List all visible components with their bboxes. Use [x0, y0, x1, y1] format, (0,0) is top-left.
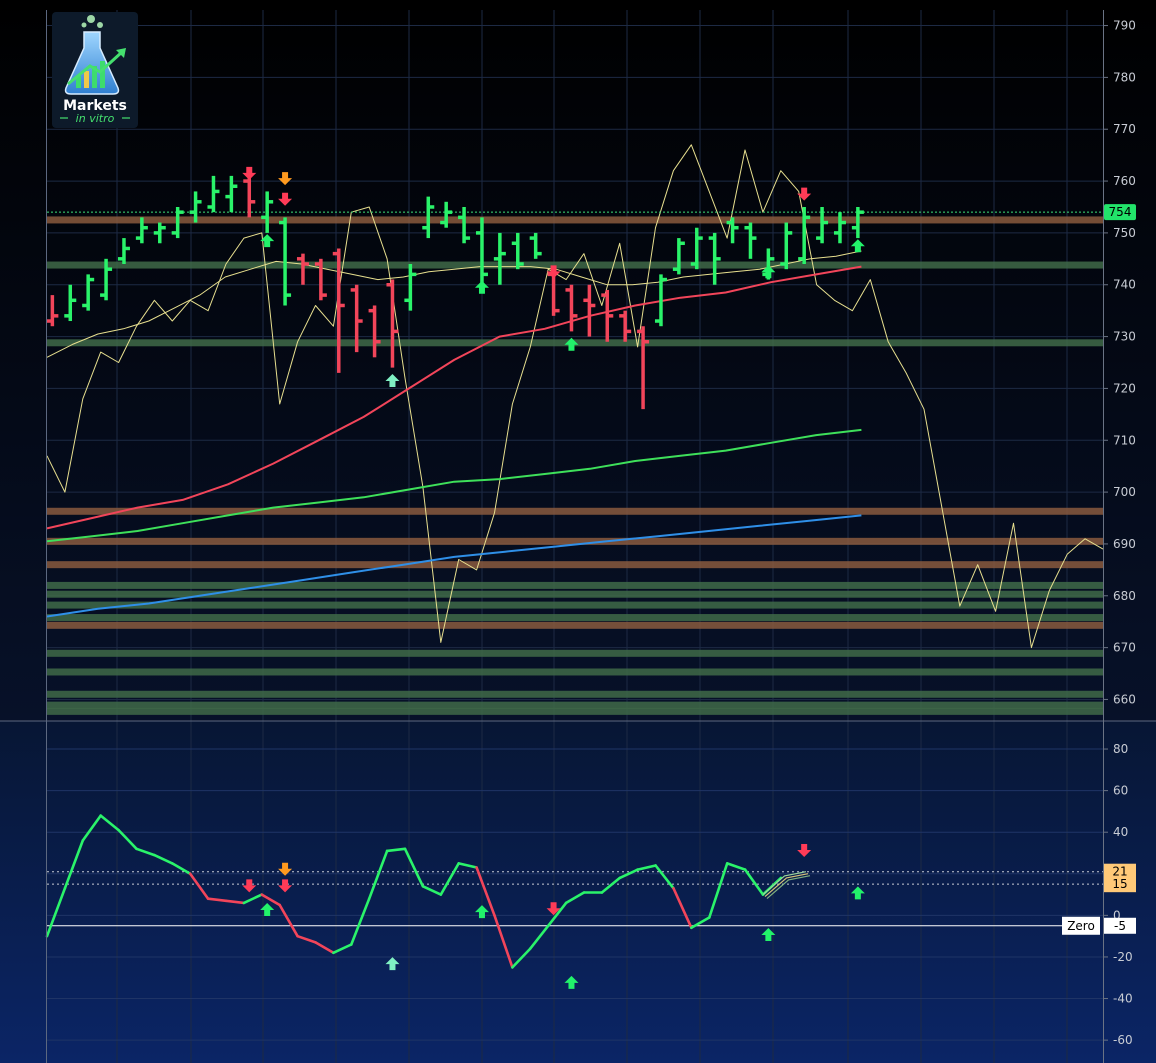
bubble-icon: [81, 22, 87, 28]
oscillator-panel-background: [0, 721, 1156, 1063]
price-level-band: [47, 216, 1103, 224]
price-level-band: [47, 581, 1103, 589]
last-price-value: 754: [1109, 205, 1132, 219]
price-tick-label: 750: [1113, 226, 1136, 240]
zero-value: -5: [1114, 919, 1126, 933]
price-tick-label: 670: [1113, 641, 1136, 655]
price-level-band: [47, 621, 1103, 629]
price-level-band: [47, 707, 1103, 715]
last-price-badge: 754: [1104, 204, 1136, 221]
oscillator-tick-label: 60: [1113, 784, 1128, 798]
price-tick-label: 780: [1113, 70, 1136, 84]
oscillator-tick-label: 80: [1113, 742, 1128, 756]
price-tick-label: 720: [1113, 381, 1136, 395]
price-tick-label: 700: [1113, 485, 1136, 499]
bubble-icon: [87, 15, 95, 23]
oscillator-tick-label: -60: [1113, 1033, 1133, 1047]
price-level-band: [47, 507, 1103, 515]
price-level-band: [47, 649, 1103, 657]
price-level-band: [47, 668, 1103, 676]
zero-label: Zero: [1067, 919, 1095, 933]
price-tick-label: 690: [1113, 537, 1136, 551]
price-tick-label: 660: [1113, 692, 1136, 706]
logo-subtitle: in vitro: [76, 112, 115, 125]
top-bar: [0, 0, 1156, 10]
price-tick-label: 790: [1113, 19, 1136, 33]
chart-root: 660 670 680 690 700 710 720 730 740 750 760 770 780 7…: [0, 0, 1156, 1063]
price-tick-label: 770: [1113, 122, 1136, 136]
chart-canvas[interactable]: 660 670 680 690 700 710 720 730 740 750 760 770 780 7…: [0, 0, 1156, 1063]
markets-in-vitro-logo: Markets in vitro: [52, 12, 138, 128]
oscillator-tick-label: -20: [1113, 950, 1133, 964]
price-tick-label: 730: [1113, 330, 1136, 344]
oscillator-tick-label: 40: [1113, 825, 1128, 839]
price-level-band: [47, 701, 1103, 709]
price-level-band: [47, 261, 1103, 269]
price-level-band: [47, 601, 1103, 609]
bubble-icon: [97, 22, 103, 28]
price-level-band: [47, 614, 1103, 622]
price-tick-label: 680: [1113, 589, 1136, 603]
price-panel-background: [0, 0, 1156, 721]
price-level-band: [47, 690, 1103, 698]
price-tick-label: 710: [1113, 433, 1136, 447]
oscillator-tick-label: -40: [1113, 992, 1133, 1006]
threshold-value: 15: [1112, 877, 1127, 891]
price-tick-label: 740: [1113, 278, 1136, 292]
price-tick-label: 760: [1113, 174, 1136, 188]
price-level-band: [47, 561, 1103, 569]
